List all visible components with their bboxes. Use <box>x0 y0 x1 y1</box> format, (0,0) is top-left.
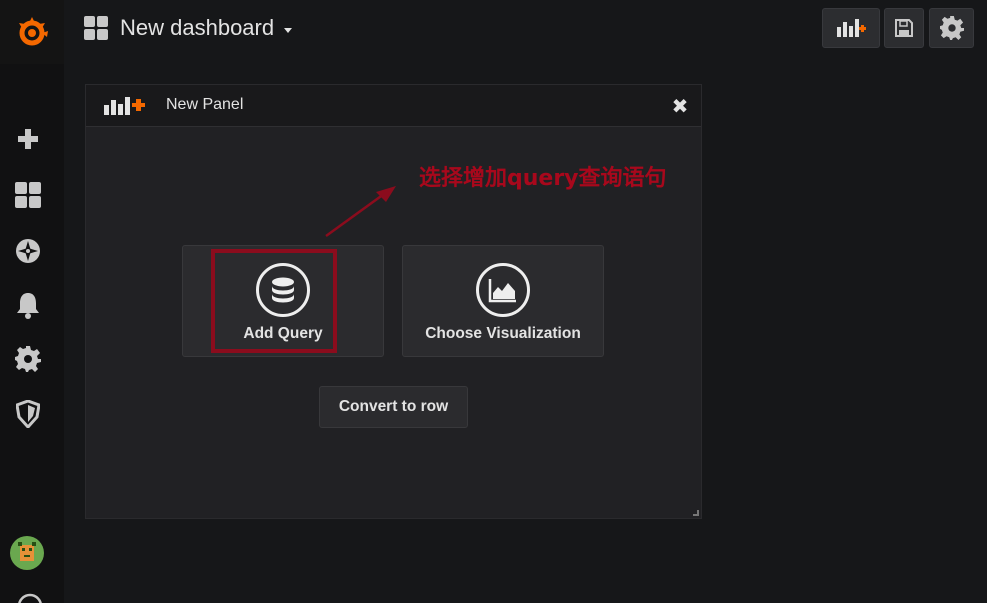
gear-icon[interactable] <box>12 343 44 375</box>
choose-visualization-label: Choose Visualization <box>425 325 581 342</box>
chevron-down-icon <box>284 27 293 33</box>
help-icon[interactable] <box>14 590 46 603</box>
sidebar <box>0 0 64 603</box>
panel-header: New Panel ✖ <box>86 85 701 127</box>
create-icon[interactable] <box>12 123 44 155</box>
convert-to-row-button[interactable]: Convert to row <box>319 386 468 428</box>
bell-icon[interactable] <box>12 289 44 321</box>
user-avatar[interactable] <box>10 536 44 570</box>
grafana-logo-icon <box>19 17 48 46</box>
add-panel-icon <box>837 19 866 37</box>
dashboards-grid-icon <box>84 16 108 40</box>
grafana-logo[interactable] <box>0 0 64 64</box>
dashboard-title: New dashboard <box>120 15 275 40</box>
compass-icon[interactable] <box>12 235 44 267</box>
resize-handle[interactable] <box>693 510 699 516</box>
dashboards-icon[interactable] <box>12 179 44 211</box>
choose-visualization-button[interactable]: Choose Visualization <box>402 245 604 357</box>
close-icon[interactable]: ✖ <box>671 96 689 116</box>
dashboard-settings-button[interactable] <box>929 8 974 48</box>
add-query-button[interactable]: Add Query <box>182 245 384 357</box>
add-panel-button[interactable] <box>822 8 880 48</box>
annotation-arrow-icon <box>325 186 396 238</box>
area-chart-icon <box>476 263 530 317</box>
database-icon <box>256 263 310 317</box>
add-query-label: Add Query <box>243 325 323 342</box>
shield-icon[interactable] <box>12 398 44 430</box>
settings-icon <box>939 16 964 40</box>
dashboard-title-picker[interactable]: New dashboard <box>84 12 293 44</box>
panel-title: New Panel <box>166 96 244 113</box>
save-icon <box>895 19 913 37</box>
add-panel-icon <box>104 97 145 115</box>
annotation-text: 选择增加query查询语句 <box>419 166 667 191</box>
save-dashboard-button[interactable] <box>884 8 924 48</box>
new-panel: New Panel ✖ Add Query Choose Visualizati… <box>85 84 702 519</box>
